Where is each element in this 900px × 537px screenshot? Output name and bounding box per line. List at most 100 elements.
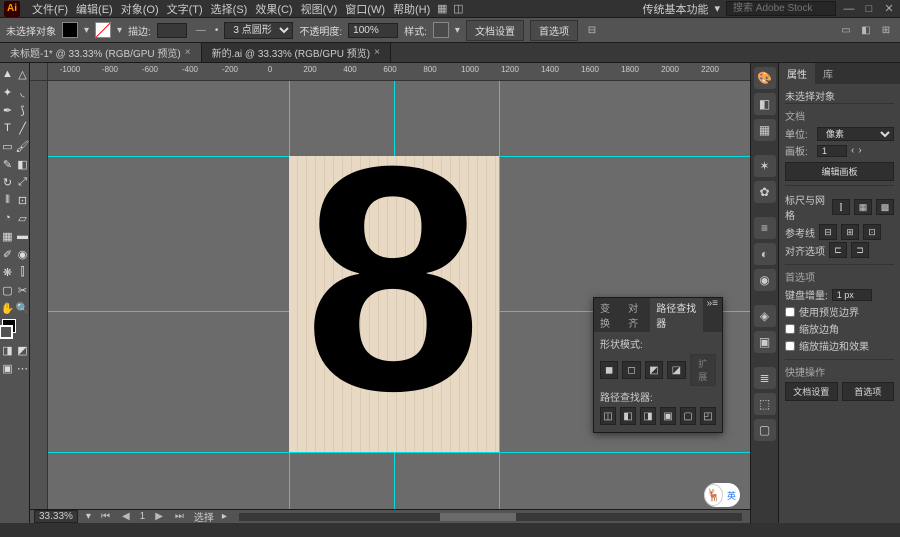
line-tool[interactable]: ╱: [15, 119, 30, 137]
outline-icon[interactable]: ▢: [680, 407, 696, 425]
hand-tool[interactable]: ✋: [0, 299, 15, 317]
panel-menu-icon[interactable]: »≡: [703, 298, 722, 332]
ruler-origin[interactable]: [30, 63, 48, 81]
ime-badge[interactable]: 🦌 英: [704, 483, 740, 507]
edit-artboard-button[interactable]: 编辑画板: [785, 162, 894, 181]
slice-tool[interactable]: ✂: [15, 281, 30, 299]
stroke-profile-icon[interactable]: —: [193, 22, 209, 38]
dock-brushes-icon[interactable]: ✶: [754, 155, 776, 177]
gradient-tool[interactable]: ▬: [15, 227, 30, 245]
canvas-area[interactable]: -1000 -800 -600 -400 -200 0 200 400 600 …: [30, 63, 750, 523]
shaper-tool[interactable]: ✎: [0, 155, 15, 173]
scale-strokes-checkbox[interactable]: 缩放描边和效果: [785, 338, 894, 353]
menu-type[interactable]: 文字(T): [163, 1, 207, 17]
artboard[interactable]: 8: [289, 156, 499, 452]
bridge-icon[interactable]: ▦: [434, 1, 450, 17]
document-tab-1[interactable]: 未标题-1* @ 33.33% (RGB/GPU 预览) ×: [0, 43, 202, 62]
zoom-level[interactable]: 33.33%: [34, 510, 78, 523]
zoom-tool[interactable]: 🔍: [15, 299, 30, 317]
style-swatch[interactable]: [433, 22, 449, 38]
snap-point-icon[interactable]: ⊐: [851, 242, 869, 258]
nav-last-icon[interactable]: ⏭: [173, 511, 186, 522]
dock-swatches-icon[interactable]: ▦: [754, 119, 776, 141]
prefs-button[interactable]: 首选项: [530, 20, 578, 41]
unite-icon[interactable]: ◼: [600, 361, 618, 379]
intersect-icon[interactable]: ◩: [645, 361, 663, 379]
ruler-vertical[interactable]: [30, 81, 48, 523]
pen-tool[interactable]: ✒: [0, 101, 15, 119]
zoom-dropdown-icon[interactable]: ▾: [86, 511, 91, 522]
color-mode-tool[interactable]: ◨: [0, 341, 15, 359]
eraser-tool[interactable]: ◧: [15, 155, 30, 173]
guide-vertical[interactable]: [499, 81, 500, 523]
snap-pixel-icon[interactable]: ⊏: [829, 242, 847, 258]
panel-icon-3[interactable]: ⊞: [878, 22, 894, 38]
dock-color-guide-icon[interactable]: ◧: [754, 93, 776, 115]
opacity-input[interactable]: [348, 23, 398, 38]
edit-toolbar[interactable]: ⋯: [15, 359, 30, 377]
minus-front-icon[interactable]: ◻: [622, 361, 640, 379]
transparency-grid-icon[interactable]: ▩: [876, 199, 894, 215]
arrange-icon[interactable]: ◫: [450, 1, 466, 17]
draw-mode-tool[interactable]: ◩: [15, 341, 30, 359]
panel-tab-libraries[interactable]: 库: [815, 63, 841, 84]
stroke-swatch[interactable]: [95, 22, 111, 38]
doc-setup-button[interactable]: 文档设置: [466, 20, 524, 41]
float-tab-transform[interactable]: 变换: [594, 298, 622, 332]
unit-select[interactable]: 像素: [817, 127, 894, 141]
width-tool[interactable]: ⫴: [0, 191, 15, 209]
screen-mode-tool[interactable]: ▣: [0, 359, 15, 377]
rectangle-tool[interactable]: ▭: [0, 137, 15, 155]
menu-view[interactable]: 视图(V): [297, 1, 342, 17]
dock-artboards-icon[interactable]: ▢: [754, 419, 776, 441]
scale-tool[interactable]: ⤢: [15, 173, 30, 191]
artwork-glyph-8[interactable]: 8: [304, 118, 482, 438]
dock-symbols-icon[interactable]: ✿: [754, 181, 776, 203]
artboard-nav-input[interactable]: 1: [140, 511, 146, 522]
preview-bounds-checkbox[interactable]: 使用预览边界: [785, 304, 894, 319]
divide-icon[interactable]: ◫: [600, 407, 616, 425]
workspace-dropdown-icon[interactable]: ▾: [714, 2, 720, 15]
symbol-sprayer-tool[interactable]: ❋: [0, 263, 15, 281]
menu-window[interactable]: 窗口(W): [341, 1, 389, 17]
menu-select[interactable]: 选择(S): [207, 1, 252, 17]
dock-appearance-icon[interactable]: ◈: [754, 305, 776, 327]
exclude-icon[interactable]: ◪: [667, 361, 685, 379]
ruler-icon[interactable]: ⫿: [832, 199, 850, 215]
tab-close-icon[interactable]: ×: [185, 47, 191, 58]
rotate-tool[interactable]: ↻: [0, 173, 15, 191]
nav-next-icon[interactable]: ▶: [153, 511, 165, 522]
search-input[interactable]: [726, 1, 836, 16]
menu-help[interactable]: 帮助(H): [389, 1, 434, 17]
menu-effect[interactable]: 效果(C): [251, 1, 296, 17]
curvature-tool[interactable]: ⟆: [15, 101, 30, 119]
guides-toggle-icon[interactable]: ⊟: [819, 224, 837, 240]
perspective-tool[interactable]: ▱: [15, 209, 30, 227]
artboard-input[interactable]: [817, 145, 847, 157]
tab-close-icon[interactable]: ×: [374, 47, 380, 58]
trim-icon[interactable]: ◧: [620, 407, 636, 425]
paintbrush-tool[interactable]: 🖌: [15, 137, 30, 155]
ruler-horizontal[interactable]: -1000 -800 -600 -400 -200 0 200 400 600 …: [48, 63, 750, 81]
float-tab-pathfinder[interactable]: 路径查找器: [650, 298, 702, 332]
shape-builder-tool[interactable]: ◔: [0, 209, 15, 227]
stroke-dropdown-icon[interactable]: ▾: [117, 25, 122, 36]
align-icon[interactable]: ⊟: [584, 22, 600, 38]
style-dropdown-icon[interactable]: ▾: [455, 25, 460, 36]
merge-icon[interactable]: ◨: [640, 407, 656, 425]
artboard-next-icon[interactable]: ›: [858, 145, 861, 156]
stroke-style-select[interactable]: 3 点圆形: [224, 22, 293, 39]
horizontal-scrollbar[interactable]: [239, 513, 742, 521]
artboard-prev-icon[interactable]: ‹: [851, 145, 854, 156]
workspace-label[interactable]: 传统基本功能: [642, 1, 708, 17]
key-increment-input[interactable]: [832, 289, 872, 301]
menu-edit[interactable]: 编辑(E): [72, 1, 117, 17]
stroke-weight-input[interactable]: [157, 23, 187, 38]
mesh-tool[interactable]: ▦: [0, 227, 15, 245]
quick-prefs-button[interactable]: 首选项: [842, 382, 895, 401]
lasso-tool[interactable]: ◟: [15, 83, 30, 101]
artboard-tool[interactable]: ▢: [0, 281, 15, 299]
grid-icon[interactable]: ▦: [854, 199, 872, 215]
dock-asset-export-icon[interactable]: ⬚: [754, 393, 776, 415]
minimize-button[interactable]: —: [842, 3, 856, 15]
